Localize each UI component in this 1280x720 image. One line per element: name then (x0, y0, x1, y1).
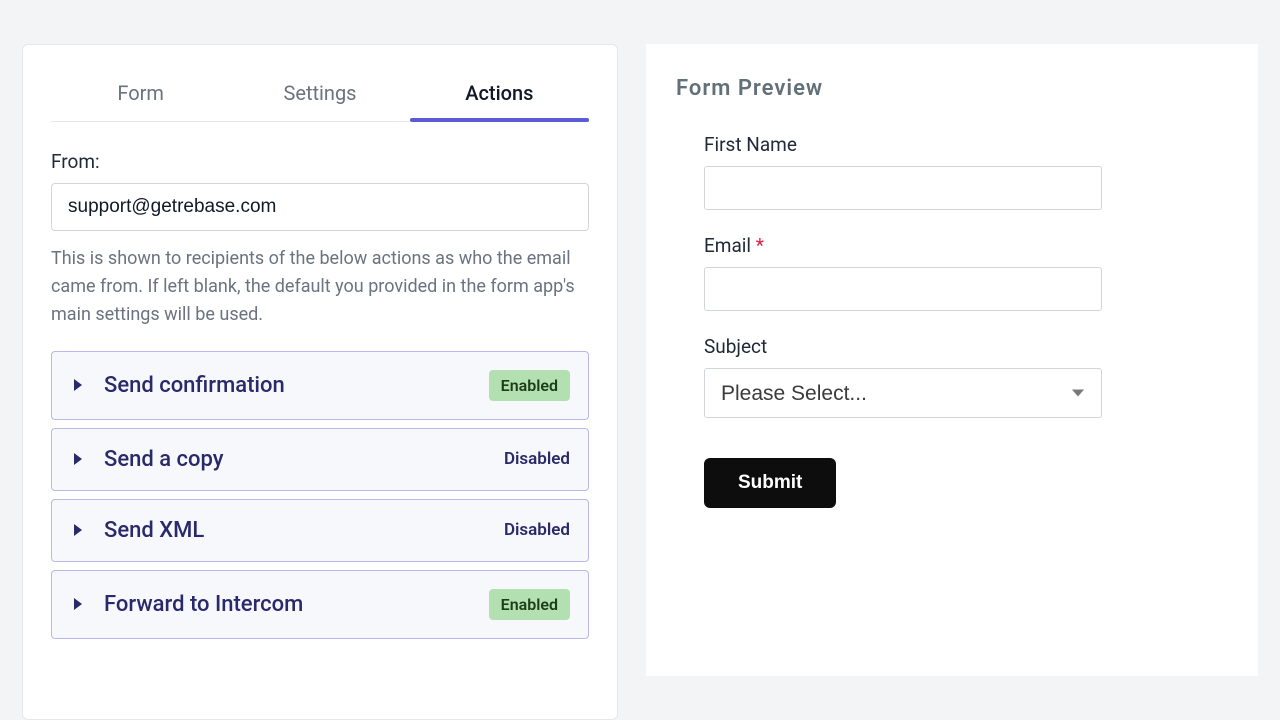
from-helper-text: This is shown to recipients of the below… (51, 245, 589, 329)
first-name-label: First Name (704, 133, 1102, 156)
action-row-send-confirmation[interactable]: Send confirmation Enabled (51, 351, 589, 420)
form-preview-card: Form Preview First Name Email * Subject … (646, 44, 1258, 676)
submit-button[interactable]: Submit (704, 458, 836, 508)
status-badge: Disabled (504, 449, 570, 469)
caret-right-icon (74, 524, 82, 536)
action-row-forward-to-intercom[interactable]: Forward to Intercom Enabled (51, 570, 589, 639)
from-input[interactable] (51, 183, 589, 231)
caret-right-icon (74, 379, 82, 391)
first-name-input[interactable] (704, 166, 1102, 210)
tab-actions[interactable]: Actions (410, 71, 589, 121)
tab-form[interactable]: Form (51, 71, 230, 121)
action-title: Send confirmation (104, 373, 489, 398)
action-row-send-xml[interactable]: Send XML Disabled (51, 499, 589, 562)
action-title: Send a copy (104, 447, 504, 472)
status-badge: Disabled (504, 520, 570, 540)
subject-select-wrap: Please Select... (704, 368, 1102, 418)
required-asterisk-icon: * (756, 234, 764, 257)
from-label: From: (51, 150, 589, 173)
form-preview-heading: Form Preview (676, 76, 1228, 101)
subject-label: Subject (704, 335, 1102, 358)
status-badge: Enabled (489, 589, 570, 620)
tab-settings[interactable]: Settings (230, 71, 409, 121)
action-title: Forward to Intercom (104, 592, 489, 617)
email-label-text: Email (704, 234, 756, 257)
action-row-send-a-copy[interactable]: Send a copy Disabled (51, 428, 589, 491)
caret-right-icon (74, 598, 82, 610)
preview-body: First Name Email * Subject Please Select… (676, 133, 1228, 508)
action-title: Send XML (104, 518, 504, 543)
email-label: Email * (704, 234, 1102, 257)
status-badge: Enabled (489, 370, 570, 401)
subject-select[interactable]: Please Select... (704, 368, 1102, 418)
caret-right-icon (74, 453, 82, 465)
email-input[interactable] (704, 267, 1102, 311)
tab-bar: Form Settings Actions (51, 71, 589, 122)
actions-card: Form Settings Actions From: This is show… (22, 44, 618, 720)
